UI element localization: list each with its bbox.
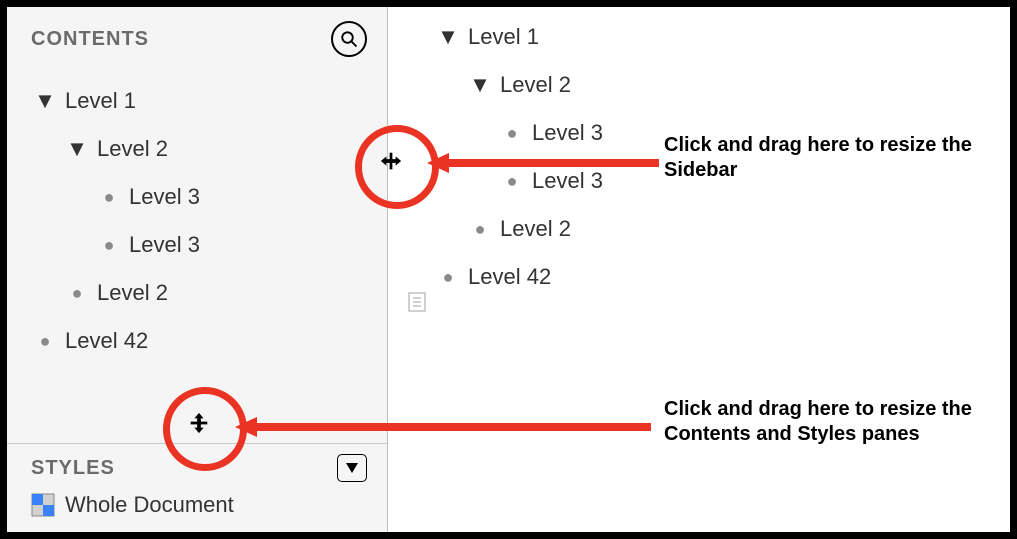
note-icon[interactable] [407,291,427,318]
tree-item[interactable]: ● Level 2 [35,269,387,317]
tree-item[interactable]: ● Level 3 [35,221,387,269]
outline-item-label: Level 3 [532,168,603,194]
disclosure-triangle-icon[interactable]: ▼ [35,88,55,114]
styles-section: STYLES Whole Document [7,443,387,532]
search-icon [340,30,358,48]
contents-tree: ▼ Level 1 ▼ Level 2 ● Level 3 ● Level 3 … [7,77,387,365]
app-window: CONTENTS ▼ Level 1 ▼ Level 2 ● Level 3 [0,0,1017,539]
bullet-icon: ● [470,219,490,240]
main-pane: ▼ Level 1 ▼ Level 2 ● Level 3 ● Level 3 … [388,7,1010,532]
styles-header: STYLES [7,444,387,484]
bullet-icon: ● [99,235,119,256]
style-item-whole-document[interactable]: Whole Document [7,484,387,532]
bullet-icon: ● [438,267,458,288]
tree-item-label: Level 2 [97,280,168,306]
contents-header-label: CONTENTS [31,28,149,51]
bullet-icon: ● [502,123,522,144]
tree-item-label: Level 3 [129,232,200,258]
chevron-down-icon [346,463,358,473]
disclosure-triangle-icon[interactable]: ▼ [438,24,458,50]
tree-item-label: Level 2 [97,136,168,162]
bullet-icon: ● [35,331,55,352]
disclosure-triangle-icon[interactable]: ▼ [67,136,87,162]
tree-item[interactable]: ▼ Level 2 [35,125,387,173]
contents-header: CONTENTS [7,7,387,57]
outline-item-label: Level 2 [500,216,571,242]
bullet-icon: ● [99,187,119,208]
search-button[interactable] [331,21,367,57]
tree-item-label: Level 3 [129,184,200,210]
outline-item-label: Level 42 [468,264,551,290]
style-item-label: Whole Document [65,492,234,518]
outline-item-label: Level 2 [500,72,571,98]
tree-item[interactable]: ● Level 3 [35,173,387,221]
resize-horizontal-cursor-icon[interactable] [379,149,403,173]
document-style-icon [31,493,55,517]
bullet-icon: ● [67,283,87,304]
bullet-icon: ● [502,171,522,192]
outline-item-label: Level 1 [468,24,539,50]
disclosure-triangle-icon[interactable]: ▼ [470,72,490,98]
outline-item[interactable]: ▼ Level 2 [438,61,1010,109]
outline-item[interactable]: ● Level 42 [438,253,1010,301]
tree-item-label: Level 1 [65,88,136,114]
outline-item[interactable]: ● Level 2 [438,205,1010,253]
sidebar: CONTENTS ▼ Level 1 ▼ Level 2 ● Level 3 [7,7,388,532]
tree-item[interactable]: ● Level 42 [35,317,387,365]
resize-vertical-cursor-icon[interactable] [187,411,211,435]
styles-dropdown-button[interactable] [337,454,367,482]
tree-item[interactable]: ▼ Level 1 [35,77,387,125]
outline-item[interactable]: ▼ Level 1 [438,13,1010,61]
styles-header-label: STYLES [31,457,115,480]
annotation-resize-sidebar: Click and drag here to resize the Sideba… [664,133,984,183]
annotation-resize-panes: Click and drag here to resize the Conten… [664,397,984,447]
outline-item-label: Level 3 [532,120,603,146]
tree-item-label: Level 42 [65,328,148,354]
